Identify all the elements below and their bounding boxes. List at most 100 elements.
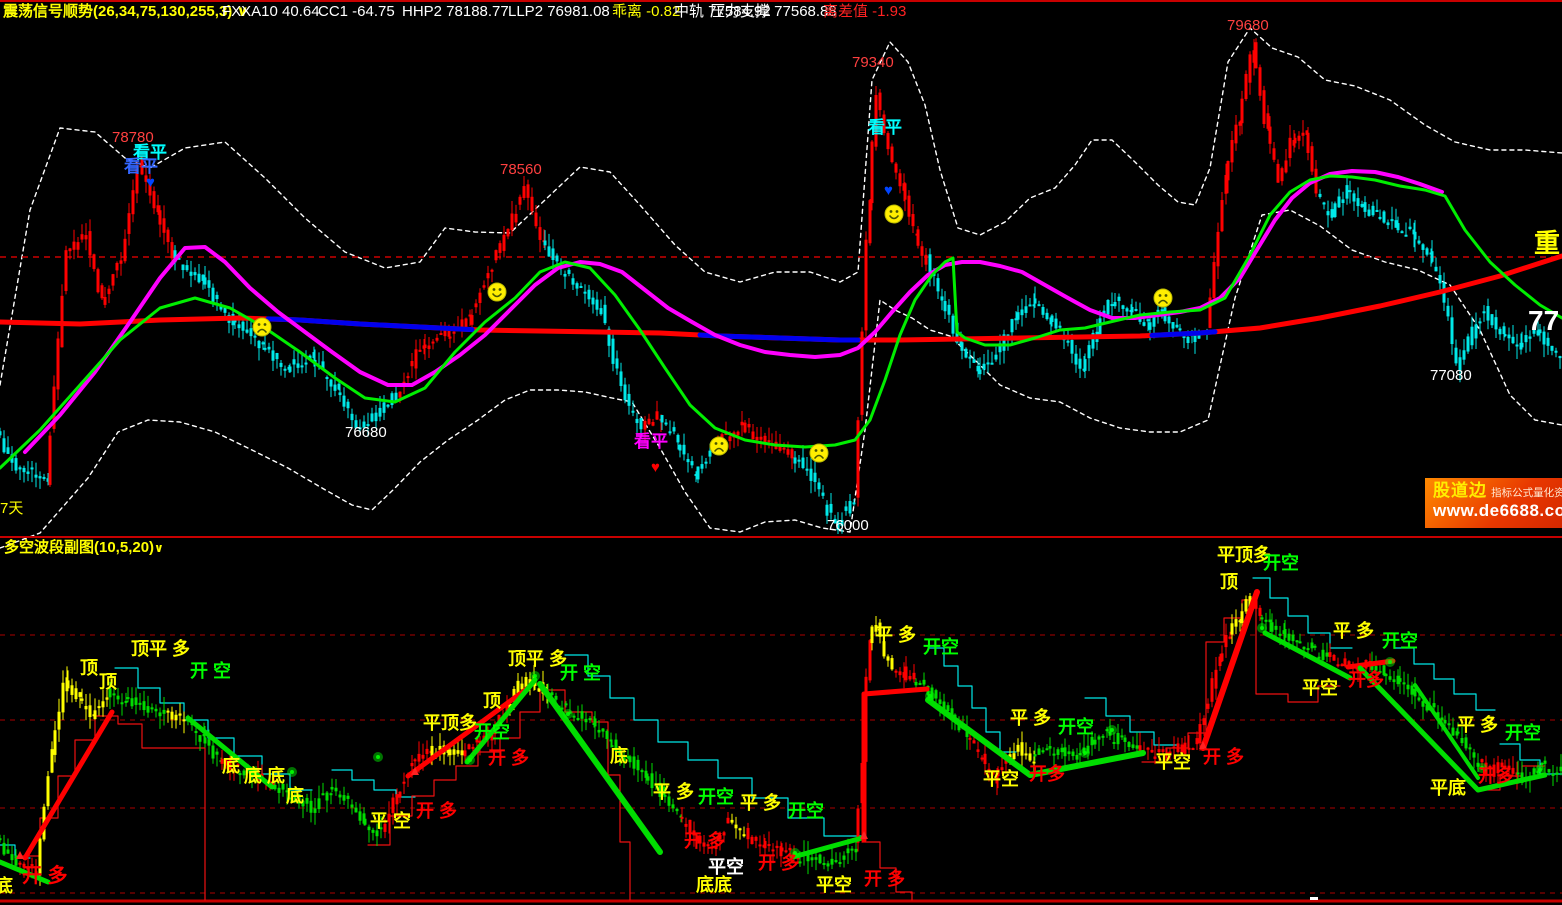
smiley-happy-icon: [488, 283, 506, 301]
subchart-title-label: 多空波段副图(10,5,20): [4, 539, 154, 556]
signal-label: 底: [610, 745, 628, 766]
signal-label: 顶: [80, 658, 98, 678]
indicator-value-5: 乖离 -0.82: [612, 3, 680, 21]
signal-label: 底: [222, 755, 240, 776]
indicator-value-8: 离差值 -1.93: [823, 3, 906, 21]
signal-label: 底: [0, 875, 13, 896]
reversal-marker-core: [566, 712, 570, 716]
smiley-sad-icon: [810, 444, 828, 462]
signal-label: 开空: [1263, 552, 1299, 573]
signal-label: 开空: [1058, 716, 1094, 737]
heart-icon: ♥: [146, 174, 155, 191]
signal-label: 开多: [1478, 765, 1514, 786]
signal-label: 开空: [788, 800, 824, 821]
signal-label: 平 多: [1010, 707, 1051, 728]
trading-app-window: 78780785607934079680766807600077080重777天…: [0, 0, 1562, 905]
signal-label: 底: [286, 785, 304, 806]
kanping-mark: 看平: [123, 156, 158, 176]
price-label: 76000: [827, 517, 869, 534]
signal-label: 开 多: [758, 852, 799, 873]
reversal-marker-core: [290, 770, 294, 774]
signal-label: 平 多: [653, 781, 694, 802]
signal-label: 平 多: [1333, 620, 1374, 641]
indicator-header-bar: 震荡信号顺势(26,34,75,130,255,3) ∨FXXA10 40.64…: [0, 3, 1562, 21]
entry-arrow-icon: [860, 831, 868, 839]
smiley-happy-icon: [885, 205, 903, 223]
indicator-value-7: 压力支撑 77568.88: [710, 3, 837, 21]
chart-canvas[interactable]: 78780785607934079680766807600077080重777天…: [0, 0, 1562, 905]
edge-label: 重: [1534, 228, 1560, 258]
kanping-mark: 看平: [633, 431, 668, 451]
signal-label: 平 多: [740, 792, 781, 813]
heart-icon: ♥: [884, 182, 893, 199]
signal-label: 平空: [1302, 677, 1338, 698]
reversal-marker-core: [468, 758, 472, 762]
ma-red-line: [0, 256, 1562, 340]
smiley-sad-icon: [1154, 289, 1172, 307]
reversal-marker-core: [928, 694, 932, 698]
indicator-value-1: FXXA10 40.64: [222, 3, 320, 21]
trend-segment: [540, 684, 660, 852]
trend-segment: [1203, 592, 1257, 748]
signal-label: 底 底: [244, 765, 285, 786]
indicator-value-3: HHP2 78188.77: [402, 3, 509, 21]
cyan-stop-line: [1395, 648, 1495, 710]
watermark-banner: 股道边 指标公式量化资源 www.de6688.com: [1425, 478, 1562, 528]
signal-label: 底底: [696, 874, 732, 895]
trend-segment: [864, 689, 927, 840]
reversal-marker-core: [376, 755, 380, 759]
main-indicator-title[interactable]: 震荡信号顺势(26,34,75,130,255,3) ∨: [3, 3, 249, 21]
kanping-mark: 看平: [867, 117, 902, 137]
watermark-tagline: 指标公式量化资源: [1491, 487, 1562, 499]
indicator-value-2: CC1 -64.75: [318, 3, 395, 21]
indicator-value-4: LLP2 76981.08: [508, 3, 610, 21]
ma-blue-segment: [1152, 332, 1215, 336]
reversal-marker-core: [1083, 751, 1087, 755]
heart-icon: ♥: [651, 459, 660, 476]
watermark-url: www.de6688.com: [1433, 502, 1556, 521]
signal-label: 平 多: [1457, 714, 1498, 735]
signal-label: 开空: [1382, 630, 1418, 651]
chevron-down-icon[interactable]: ∨: [154, 541, 164, 555]
signal-label: 平 空: [370, 810, 411, 831]
main-candles: [0, 38, 1562, 534]
reversal-marker-core: [1110, 728, 1114, 732]
scroll-tick[interactable]: [1310, 897, 1318, 900]
price-label: 77080: [1430, 367, 1472, 384]
signal-label: 平空: [1155, 751, 1191, 772]
signal-label: 开多: [1029, 763, 1065, 784]
price-label: 79340: [852, 54, 894, 71]
subchart-title[interactable]: 多空波段副图(10,5,20)∨: [4, 539, 164, 557]
signal-label: 平底: [1430, 777, 1466, 798]
signal-label: 平空: [816, 874, 852, 895]
signal-label: 平 多: [875, 624, 916, 645]
watermark-brand: 股道边: [1433, 481, 1487, 500]
signal-label: 开 多: [488, 747, 529, 768]
signal-label: 顶: [483, 691, 501, 711]
signal-label: 顶平 多: [131, 638, 190, 659]
trend-segment: [25, 712, 112, 858]
reversal-marker-core: [533, 674, 537, 678]
signal-label: 开 多: [416, 800, 457, 821]
signal-label: 开 多: [1203, 746, 1244, 767]
signal-label: 平空: [983, 768, 1019, 789]
edge-label: 7天: [0, 500, 23, 517]
signal-label: 顶: [1220, 572, 1238, 592]
signal-label: 开 空: [190, 660, 231, 681]
price-label: 78560: [500, 161, 542, 178]
signal-label: 开 多: [22, 863, 68, 887]
signal-label: 开 多: [864, 868, 905, 889]
lower-band-dashed: [0, 210, 1562, 548]
signal-label: 平空: [708, 856, 744, 877]
signal-label: 顶: [99, 672, 117, 692]
reversal-marker-core: [1538, 768, 1542, 772]
signal-label: 开空: [1505, 722, 1541, 743]
edge-label: 77: [1528, 305, 1559, 336]
price-label: 76680: [345, 424, 387, 441]
signal-label: 开多: [1348, 669, 1384, 690]
signal-label: 开空: [474, 721, 510, 742]
signal-label: 开 空: [560, 662, 601, 683]
reversal-marker-core: [1388, 660, 1392, 664]
smiley-sad-icon: [710, 437, 728, 455]
smiley-sad-icon: [253, 318, 271, 336]
